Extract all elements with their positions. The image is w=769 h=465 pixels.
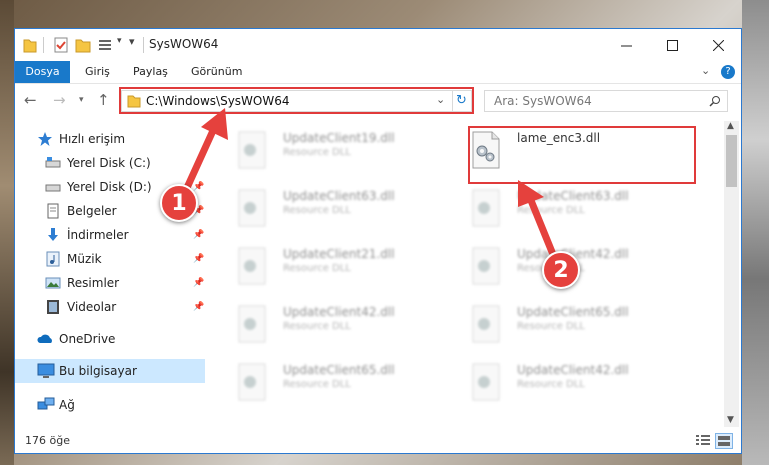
arrow-1 (182, 108, 228, 194)
step-1-badge: 1 (160, 184, 198, 222)
arrow-2 (518, 180, 556, 256)
step-2-badge: 2 (542, 251, 580, 289)
annotation-arrows (182, 108, 556, 256)
